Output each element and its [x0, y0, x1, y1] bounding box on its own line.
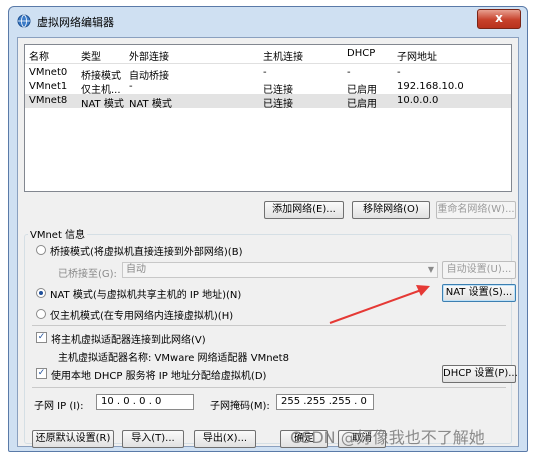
annotation-arrow — [329, 285, 430, 324]
watermark-text: CSDN @好像我也不了解她 — [290, 428, 485, 447]
